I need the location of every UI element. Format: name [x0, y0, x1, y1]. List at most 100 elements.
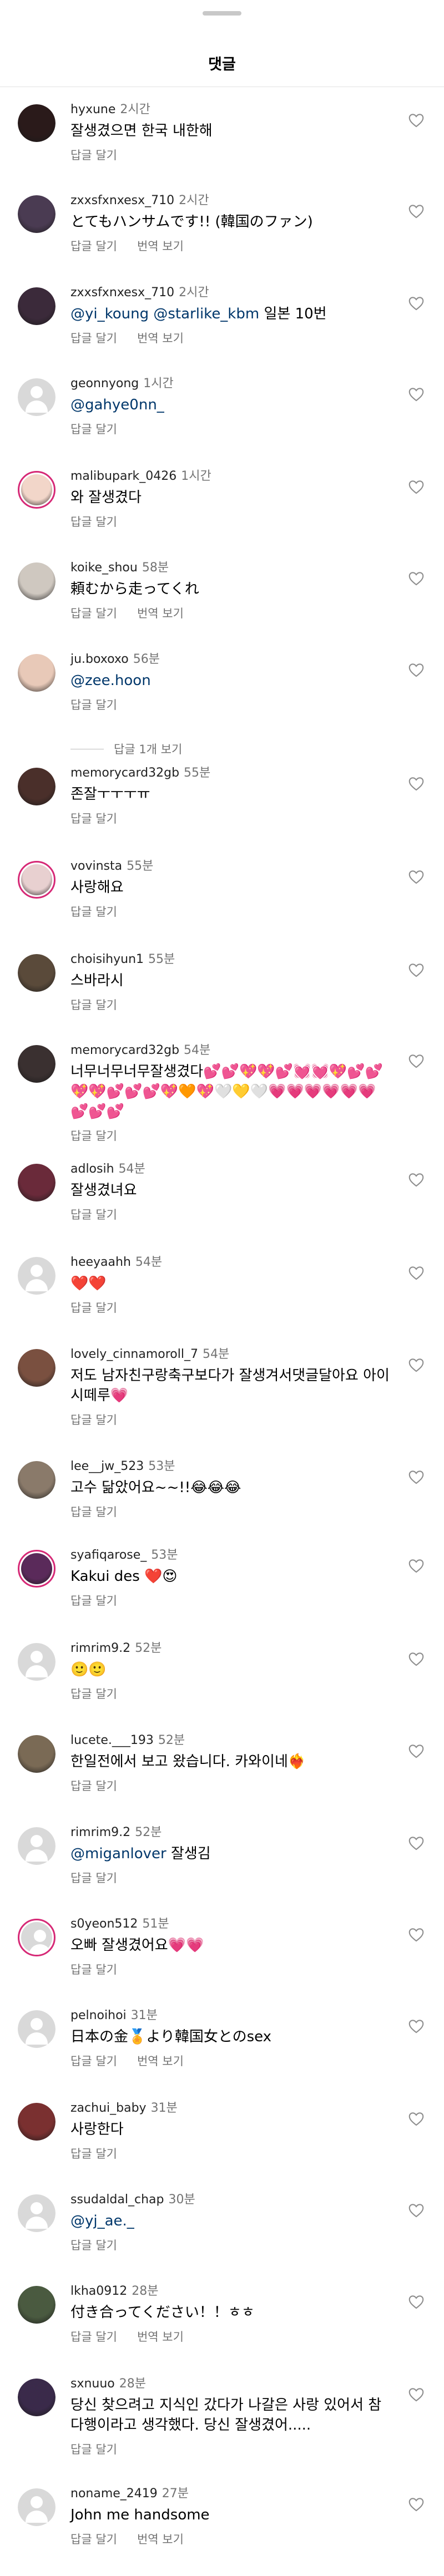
reply-button[interactable]: 답글 달기	[70, 1594, 117, 1608]
like-button[interactable]	[408, 777, 424, 791]
like-button[interactable]	[408, 870, 424, 884]
like-button[interactable]	[408, 204, 424, 219]
like-button[interactable]	[408, 1173, 424, 1187]
reply-button[interactable]: 답글 달기	[70, 149, 117, 162]
username[interactable]: vovinsta	[70, 859, 122, 873]
avatar[interactable]	[18, 378, 56, 416]
reply-button[interactable]: 답글 달기	[70, 2055, 117, 2068]
avatar[interactable]	[18, 471, 56, 509]
username[interactable]: sxnuuo	[70, 2377, 115, 2391]
like-button[interactable]	[408, 1266, 424, 1280]
like-button[interactable]	[408, 1652, 424, 1666]
mention-link[interactable]: @miganlover	[70, 1845, 167, 1862]
reply-button[interactable]: 답글 달기	[70, 240, 117, 253]
username[interactable]: adlosih	[70, 1162, 114, 1176]
avatar[interactable]	[18, 1164, 56, 1201]
avatar[interactable]	[18, 287, 56, 325]
username[interactable]: heeyaahh	[70, 1255, 131, 1269]
translate-button[interactable]: 번역 보기	[137, 332, 184, 345]
username[interactable]: koike_shou	[70, 561, 138, 575]
reply-button[interactable]: 답글 달기	[70, 1687, 117, 1701]
avatar[interactable]	[18, 861, 56, 899]
like-button[interactable]	[408, 2019, 424, 2034]
username[interactable]: lucete.___193	[70, 1733, 154, 1747]
avatar[interactable]	[18, 562, 56, 600]
avatar[interactable]	[18, 1461, 56, 1499]
like-button[interactable]	[408, 663, 424, 677]
reply-button[interactable]: 답글 달기	[70, 2239, 117, 2252]
avatar[interactable]	[18, 768, 56, 805]
avatar[interactable]	[18, 1257, 56, 1295]
avatar[interactable]	[18, 2010, 56, 2048]
like-button[interactable]	[408, 1358, 424, 1372]
reply-button[interactable]: 답글 달기	[70, 998, 117, 1012]
username[interactable]: zxxsfxnxesx_710	[70, 194, 174, 207]
reply-button[interactable]: 답글 달기	[70, 1963, 117, 1976]
username[interactable]: syafiqarose_	[70, 1548, 147, 1562]
username[interactable]: ssudaldal_chap	[70, 2193, 164, 2207]
avatar[interactable]	[18, 2194, 56, 2232]
translate-button[interactable]: 번역 보기	[137, 2330, 184, 2344]
like-button[interactable]	[408, 480, 424, 494]
like-button[interactable]	[408, 1836, 424, 1850]
username[interactable]: zxxsfxnxesx_710	[70, 286, 174, 300]
username[interactable]: zachui_baby	[70, 2101, 147, 2115]
avatar[interactable]	[18, 1827, 56, 1865]
view-replies-button[interactable]: 답글 1개 보기	[70, 741, 182, 757]
avatar[interactable]	[18, 1919, 56, 1956]
reply-button[interactable]: 답글 달기	[70, 2443, 117, 2456]
avatar[interactable]	[18, 2286, 56, 2324]
username[interactable]: ju.boxoxo	[70, 652, 129, 666]
username[interactable]: rimrim9.2	[70, 1641, 130, 1655]
like-button[interactable]	[408, 1744, 424, 1758]
username[interactable]: rimrim9.2	[70, 1825, 130, 1839]
username[interactable]: choisihyun1	[70, 952, 144, 966]
reply-button[interactable]: 답글 달기	[70, 607, 117, 620]
avatar[interactable]	[18, 2379, 56, 2416]
reply-button[interactable]: 답글 달기	[70, 905, 117, 919]
reply-button[interactable]: 답글 달기	[70, 1129, 117, 1143]
avatar[interactable]	[18, 195, 56, 233]
reply-button[interactable]: 답글 달기	[70, 1779, 117, 1793]
avatar[interactable]	[18, 104, 56, 142]
translate-button[interactable]: 번역 보기	[137, 2533, 184, 2546]
like-button[interactable]	[408, 1928, 424, 1942]
avatar[interactable]	[18, 1643, 56, 1681]
like-button[interactable]	[408, 2295, 424, 2309]
username[interactable]: hyxune	[70, 103, 115, 116]
reply-button[interactable]: 답글 달기	[70, 812, 117, 825]
like-button[interactable]	[408, 2497, 424, 2512]
like-button[interactable]	[408, 2112, 424, 2126]
reply-button[interactable]: 답글 달기	[70, 423, 117, 436]
username[interactable]: malibupark_0426	[70, 469, 176, 483]
like-button[interactable]	[408, 963, 424, 977]
reply-button[interactable]: 답글 달기	[70, 1872, 117, 1885]
username[interactable]: noname_2419	[70, 2487, 158, 2501]
mention-link[interactable]: @zee.hoon	[70, 672, 151, 689]
reply-button[interactable]: 답글 달기	[70, 1301, 117, 1315]
avatar[interactable]	[18, 654, 56, 692]
like-button[interactable]	[408, 2203, 424, 2218]
avatar[interactable]	[18, 1349, 56, 1387]
username[interactable]: memorycard32gb	[70, 1043, 179, 1057]
translate-button[interactable]: 번역 보기	[137, 607, 184, 620]
avatar[interactable]	[18, 1735, 56, 1773]
reply-button[interactable]: 답글 달기	[70, 2147, 117, 2161]
like-button[interactable]	[408, 387, 424, 402]
reply-button[interactable]: 답글 달기	[70, 332, 117, 345]
reply-button[interactable]: 답글 달기	[70, 698, 117, 712]
reply-button[interactable]: 답글 달기	[70, 2533, 117, 2546]
username[interactable]: geonnyong	[70, 377, 139, 391]
avatar[interactable]	[18, 954, 56, 992]
mention-link[interactable]: @gahye0nn_	[70, 397, 164, 413]
avatar[interactable]	[18, 1550, 56, 1588]
like-button[interactable]	[408, 571, 424, 586]
like-button[interactable]	[408, 1559, 424, 1573]
reply-button[interactable]: 답글 달기	[70, 1505, 117, 1519]
like-button[interactable]	[408, 296, 424, 311]
like-button[interactable]	[408, 1054, 424, 1068]
like-button[interactable]	[408, 1470, 424, 1484]
username[interactable]: memorycard32gb	[70, 766, 179, 780]
translate-button[interactable]: 번역 보기	[137, 2055, 184, 2068]
username[interactable]: lee__jw_523	[70, 1459, 144, 1473]
